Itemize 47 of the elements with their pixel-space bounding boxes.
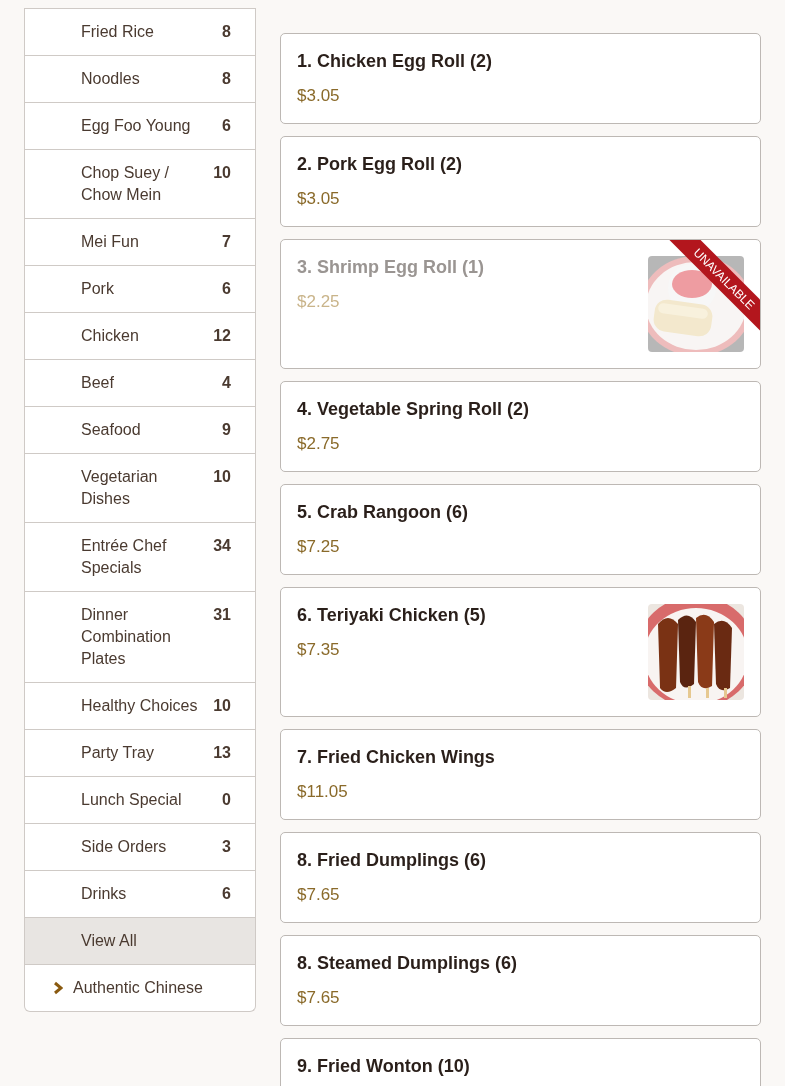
menu-item-card[interactable]: 4. Vegetable Spring Roll (2) $2.75 [280,381,761,472]
item-name: 6. Teriyaki Chicken (5) [297,604,486,626]
menu-item-card[interactable]: 9. Fried Wonton (10) [280,1038,761,1086]
item-name: 2. Pork Egg Roll (2) [297,153,463,175]
category-item[interactable]: Fried Rice 8 [25,8,255,55]
category-item[interactable]: Healthy Choices 10 [25,682,255,729]
category-item[interactable]: Dinner Combination Plates 31 [25,591,255,682]
category-group[interactable]: Authentic Chinese [25,964,255,1011]
item-name: 5. Crab Rangoon (6) [297,501,468,523]
category-item[interactable]: Chop Suey / Chow Mein 10 [25,149,255,218]
item-name: 9. Fried Wonton (10) [297,1055,470,1077]
category-item[interactable]: Pork 6 [25,265,255,312]
category-item[interactable]: Party Tray 13 [25,729,255,776]
menu-item-card[interactable]: 2. Pork Egg Roll (2) $3.05 [280,136,761,227]
category-item[interactable]: Egg Foo Young 6 [25,102,255,149]
menu-item-card[interactable]: 7. Fried Chicken Wings $11.05 [280,729,761,820]
item-price: $7.25 [297,536,341,558]
category-item[interactable]: Seafood 9 [25,406,255,453]
item-price: $7.65 [297,884,341,906]
category-item[interactable]: Entrée Chef Specials 34 [25,522,255,591]
menu-item-card[interactable]: 8. Fried Dumplings (6) $7.65 [280,832,761,923]
item-name: 8. Steamed Dumplings (6) [297,952,518,974]
item-price: $2.25 [297,291,341,313]
menu-item-card[interactable]: 5. Crab Rangoon (6) $7.25 [280,484,761,575]
chevron-icon [53,981,63,995]
category-item[interactable]: Side Orders 3 [25,823,255,870]
item-name: 1. Chicken Egg Roll (2) [297,50,493,72]
item-price: $7.35 [297,639,341,661]
item-price: $3.05 [297,85,341,107]
item-name: 3. Shrimp Egg Roll (1) [297,256,484,278]
menu-item-card[interactable]: 6. Teriyaki Chicken (5) $7.35 [280,587,761,717]
item-price: $11.05 [297,781,349,803]
item-price: $2.75 [297,433,341,455]
menu-item-card[interactable]: 8. Steamed Dumplings (6) $7.65 [280,935,761,1026]
category-item[interactable]: Mei Fun 7 [25,218,255,265]
category-item[interactable]: Noodles 8 [25,55,255,102]
category-item[interactable]: Beef 4 [25,359,255,406]
item-price: $3.05 [297,188,341,210]
item-name: 8. Fried Dumplings (6) [297,849,487,871]
category-item[interactable]: View All [25,917,255,964]
item-name: 7. Fried Chicken Wings [297,746,495,768]
category-item[interactable]: Lunch Special 0 [25,776,255,823]
category-item[interactable]: Chicken 12 [25,312,255,359]
item-name: 4. Vegetable Spring Roll (2) [297,398,530,420]
menu-item-card[interactable]: 1. Chicken Egg Roll (2) $3.05 [280,33,761,124]
category-item[interactable]: Vegetarian Dishes 10 [25,453,255,522]
item-price: $7.65 [297,987,341,1009]
